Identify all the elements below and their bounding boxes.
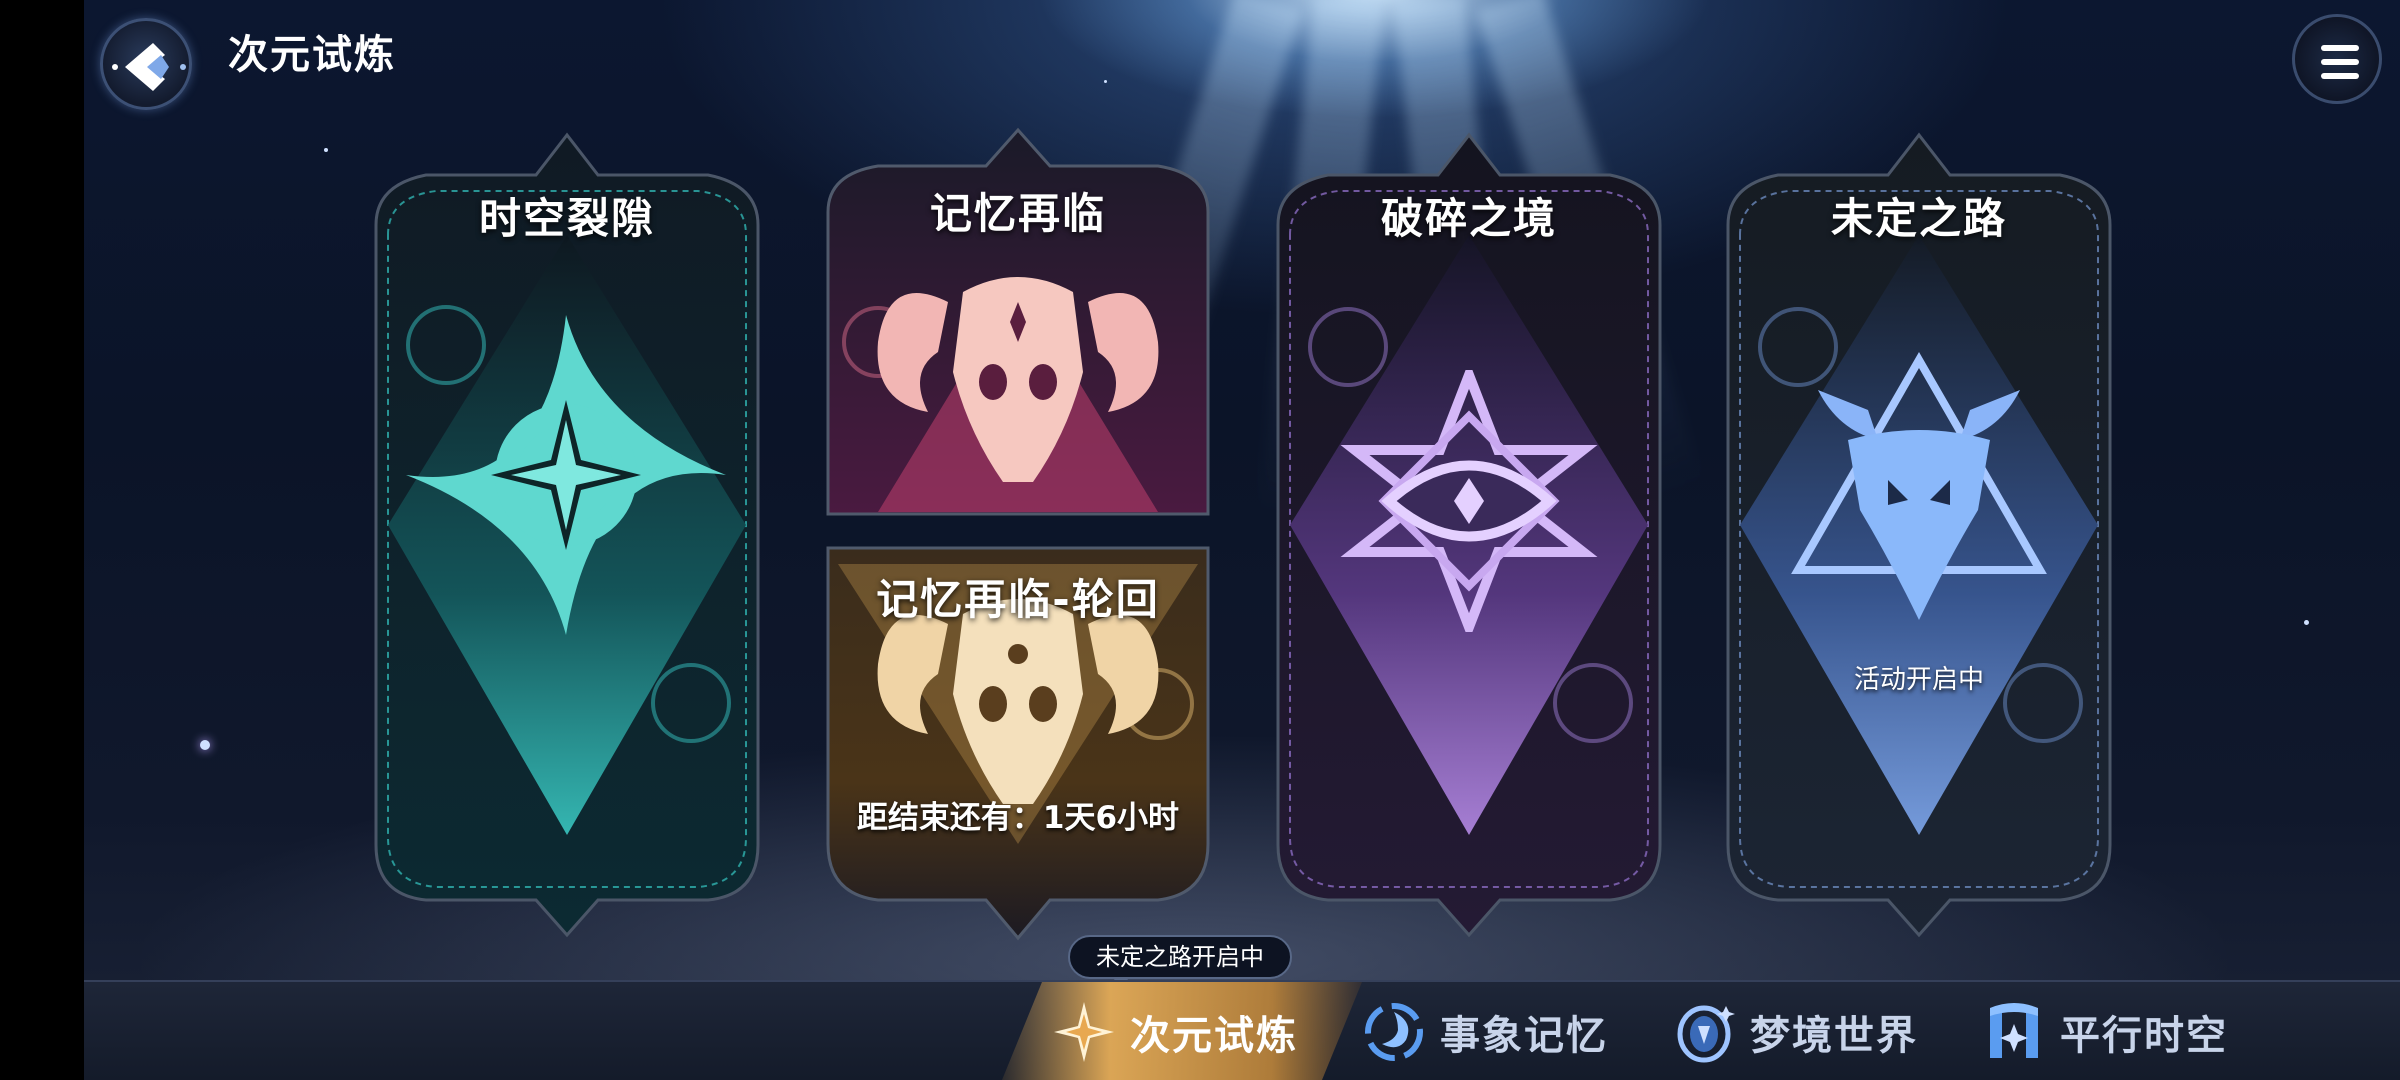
tooltip-undetermined-open: 未定之路开启中 [1068,935,1292,979]
hamburger-menu-icon [2321,45,2359,51]
nav-label: 平行时空 [2060,1013,2228,1059]
card-title: 未定之路 [1830,194,2007,243]
menu-button[interactable] [2292,14,2382,104]
status-text: 活动开启中 [1853,665,1984,695]
card-undetermined[interactable]: 未定之路 活动开启中 [1718,125,2120,945]
page-title: 次元试炼 [228,32,396,78]
nav-label: 梦境世界 [1750,1013,1918,1059]
back-button[interactable] [100,18,192,110]
rift-spiral-star-icon [406,315,726,635]
left-black-bar [0,0,84,1080]
card-broken[interactable]: 破碎之境 [1268,125,1670,945]
card-memory[interactable]: 记忆再临 [818,122,1218,520]
countdown-text: 距结束还有：1天6小时 [856,800,1180,836]
card-rift[interactable]: 时空裂隙 [366,125,768,945]
star-compass-icon [1054,1002,1114,1062]
eye-star-icon [1340,370,1598,632]
dragon-triangle-icon [1791,351,2047,620]
card-title: 记忆再临-轮回 [876,575,1160,624]
ram-skull-icon [877,277,1159,482]
portal-gate-icon [1990,1003,2038,1058]
dream-orb-icon [1677,1005,1735,1063]
nav-item-parallel-space[interactable]: 平行时空 [1982,990,2228,1074]
swirl-icon [1365,1003,1423,1061]
nav-item-event-memory[interactable]: 事象记忆 [1362,990,1608,1074]
card-memory-cycle[interactable]: 记忆再临-轮回 距结束还有：1天6小时 [818,544,1218,944]
card-title: 破碎之境 [1380,194,1557,243]
nav-label: 事象记忆 [1440,1013,1608,1059]
nav-item-dream-world[interactable]: 梦境世界 [1672,990,1918,1074]
nav-label: 次元试炼 [1130,1013,1298,1059]
card-title: 时空裂隙 [478,194,655,243]
card-title: 记忆再临 [929,189,1106,238]
back-arrow-icon [112,43,186,91]
nav-item-dimension-trial[interactable]: 次元试炼 [1052,990,1298,1074]
